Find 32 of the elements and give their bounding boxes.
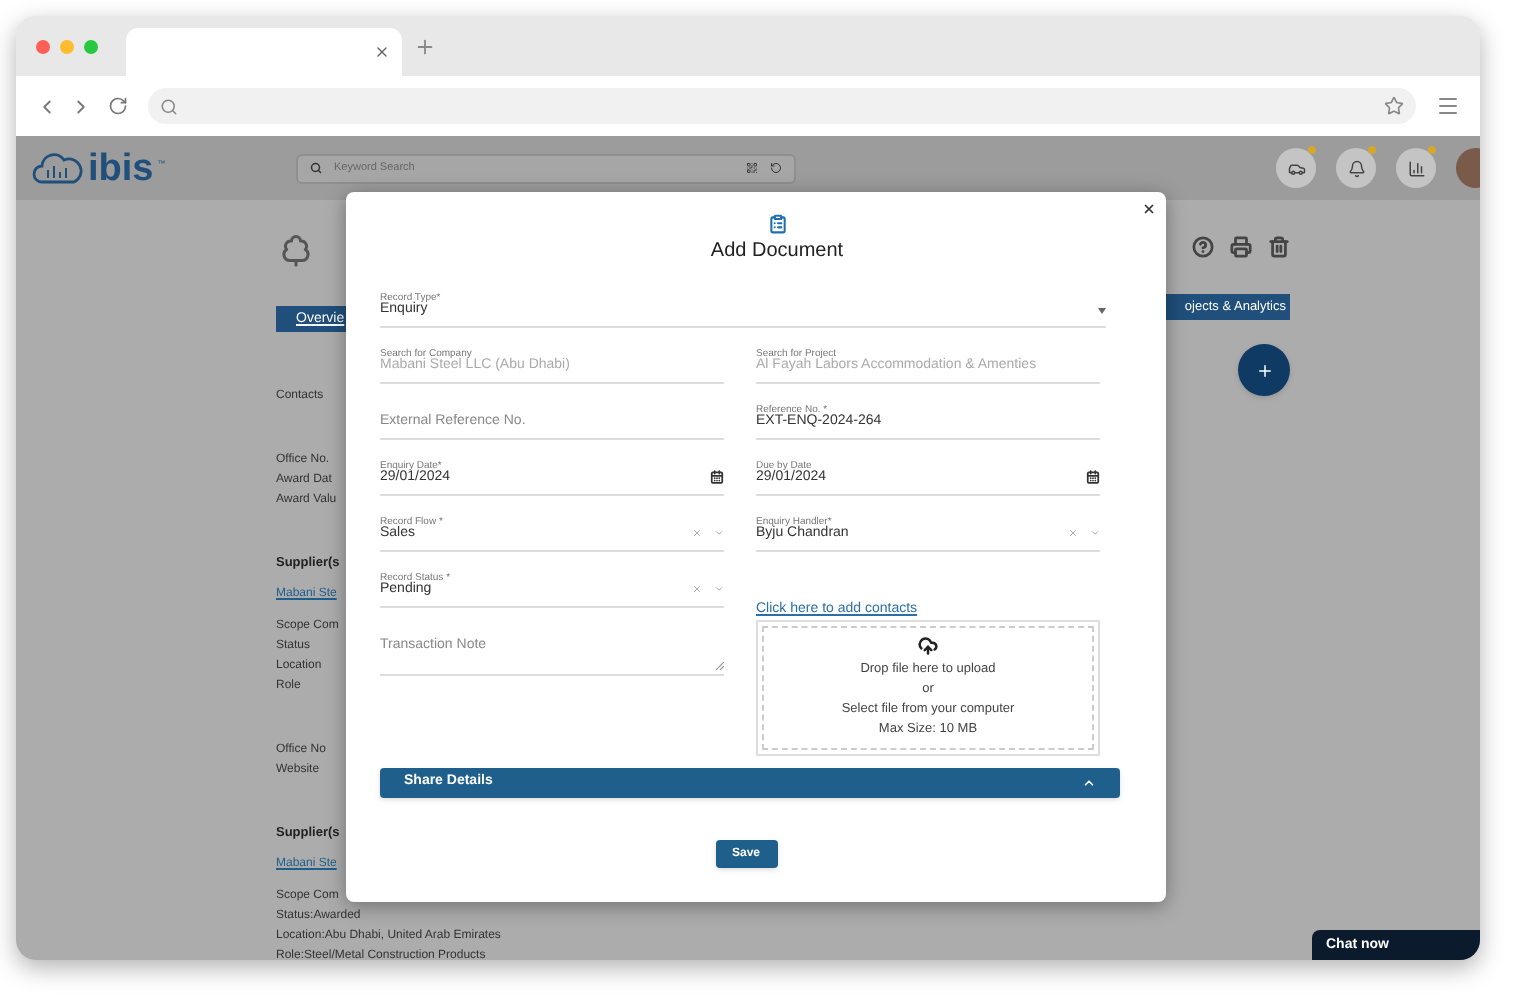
- logo-text: ibis: [88, 149, 154, 187]
- help-icon[interactable]: [1192, 236, 1214, 258]
- close-icon[interactable]: [1142, 202, 1156, 216]
- close-icon[interactable]: [374, 44, 390, 60]
- dialog-title: Add Document: [710, 240, 844, 264]
- header-icon-button[interactable]: [1276, 148, 1316, 188]
- header-icon-button[interactable]: [1396, 148, 1436, 188]
- header-icon-button[interactable]: [1336, 148, 1376, 188]
- add-button[interactable]: [1238, 344, 1290, 396]
- cloud-logo-icon: [32, 152, 84, 184]
- search-icon: [310, 162, 322, 174]
- plus-icon: [1255, 361, 1273, 379]
- chevron-up-icon: [1082, 776, 1096, 790]
- caret-icon: [1098, 308, 1106, 314]
- search-icon: [160, 97, 178, 115]
- bell-icon: [1347, 159, 1365, 177]
- car-icon: [1287, 159, 1305, 177]
- tree-icon: [278, 232, 314, 268]
- star-icon[interactable]: [1384, 96, 1404, 116]
- calendar-icon[interactable]: [710, 470, 724, 484]
- bar-chart-icon: [1407, 159, 1425, 177]
- trash-icon[interactable]: [1268, 236, 1290, 258]
- new-tab-icon[interactable]: [414, 35, 436, 57]
- print-icon[interactable]: [1230, 236, 1252, 258]
- reset-icon[interactable]: [770, 162, 782, 174]
- calendar-icon[interactable]: [1086, 470, 1100, 484]
- clipboard-icon: [767, 214, 787, 234]
- resize-handle-icon[interactable]: [716, 662, 724, 670]
- cloud-upload-icon: [918, 636, 938, 656]
- reload-icon[interactable]: [108, 96, 128, 116]
- qr-code-icon[interactable]: [746, 162, 758, 174]
- menu-icon[interactable]: [1436, 94, 1460, 118]
